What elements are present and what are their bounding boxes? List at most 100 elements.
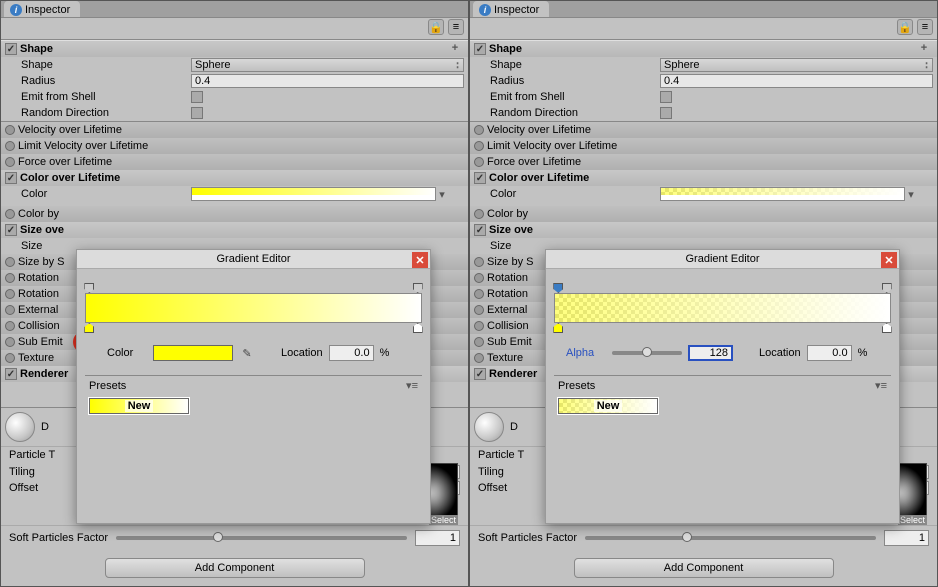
alpha-stop-end[interactable] <box>882 283 892 293</box>
location-label: Location <box>281 347 323 359</box>
add-component-button[interactable]: Add Component <box>105 558 365 578</box>
radio-icon <box>5 125 15 135</box>
presets-label: Presets <box>89 380 126 392</box>
limvel-module[interactable]: Limit Velocity over Lifetime <box>1 138 468 154</box>
soft-value-field[interactable]: 1 <box>415 530 460 546</box>
random-checkbox[interactable] <box>660 107 672 119</box>
gradient-track[interactable] <box>554 293 891 323</box>
random-label: Random Direction <box>21 107 191 119</box>
emit-checkbox[interactable] <box>191 91 203 103</box>
tab-label: Inspector <box>25 4 70 16</box>
color-gradient-field[interactable] <box>191 187 436 201</box>
color-swatch[interactable] <box>153 345 233 361</box>
eyedropper-icon[interactable]: ✎ <box>239 345 255 361</box>
radius-field[interactable]: 0.4 <box>660 74 933 88</box>
soft-value-field[interactable]: 1 <box>884 530 929 546</box>
shape-dropdown[interactable]: Sphere <box>191 58 464 72</box>
shape-prop-label: Shape <box>21 59 191 71</box>
inspector-tab[interactable]: i Inspector <box>4 1 80 17</box>
colorby-module[interactable]: Color by <box>470 206 937 222</box>
alpha-edit-row: Alpha 128 Location 0.0 % <box>554 341 891 365</box>
color-label: Color <box>21 188 191 200</box>
colorlife-module[interactable]: Color over Lifetime <box>1 170 468 186</box>
presets-menu-icon[interactable]: ▾≡ <box>875 379 887 392</box>
limvel-module[interactable]: Limit Velocity over Lifetime <box>470 138 937 154</box>
radio-icon <box>5 157 15 167</box>
tab-bar: i Inspector <box>470 1 937 18</box>
close-button[interactable]: ✕ <box>881 252 897 268</box>
shape-checkbox[interactable] <box>5 43 17 55</box>
shape-header[interactable]: Shape <box>470 41 937 57</box>
shape-module: Shape Shape Sphere Radius 0.4 Emit from … <box>1 40 468 122</box>
gradient-editor-popup: Gradient Editor ✕ Color ✎ Location 0.0 % <box>76 249 431 524</box>
gradient-editor-popup: Gradient Editor ✕ Alpha 128 Location 0.0… <box>545 249 900 524</box>
velocity-module[interactable]: Velocity over Lifetime <box>470 122 937 138</box>
lock-icon[interactable]: 🔒 <box>897 19 913 35</box>
color-stop-end[interactable] <box>413 323 423 333</box>
panel-toolbar: 🔒 ≡ <box>897 19 933 35</box>
lock-icon[interactable]: 🔒 <box>428 19 444 35</box>
colorlife-checkbox[interactable] <box>5 172 17 184</box>
offset-label: Offset <box>9 482 79 494</box>
inspector-tab[interactable]: i Inspector <box>473 1 549 17</box>
dropdown-arrow-icon[interactable]: ▾ <box>436 188 448 201</box>
menu-icon[interactable]: ≡ <box>917 19 933 35</box>
alpha-value-field[interactable]: 128 <box>688 345 733 361</box>
sizeover-module[interactable]: Size ove <box>470 222 937 238</box>
presets-menu-icon[interactable]: ▾≡ <box>406 379 418 392</box>
shape-module: Shape Shape Sphere Radius 0.4 Emit from … <box>470 40 937 122</box>
location-field[interactable]: 0.0 <box>329 345 374 361</box>
menu-icon[interactable]: ≡ <box>448 19 464 35</box>
inspector-panel-left: i Inspector 🔒 ≡ + Shape Shape Sphere Rad… <box>0 0 469 587</box>
preset-swatch[interactable]: New <box>89 398 189 414</box>
emit-checkbox[interactable] <box>660 91 672 103</box>
radius-field[interactable]: 0.4 <box>191 74 464 88</box>
shape-checkbox[interactable] <box>474 43 486 55</box>
alpha-stop-end[interactable] <box>413 283 423 293</box>
close-button[interactable]: ✕ <box>412 252 428 268</box>
radio-icon <box>5 141 15 151</box>
preset-swatch[interactable]: New <box>558 398 658 414</box>
info-icon: i <box>10 4 22 16</box>
velocity-module[interactable]: Velocity over Lifetime <box>1 122 468 138</box>
color-stop-start[interactable] <box>84 323 94 333</box>
select-texture-button[interactable]: Select <box>898 515 927 525</box>
colorlife-module[interactable]: Color over Lifetime <box>470 170 937 186</box>
select-texture-button[interactable]: Select <box>429 515 458 525</box>
color-edit-row: Color ✎ Location 0.0 % <box>85 341 422 365</box>
force-module[interactable]: Force over Lifetime <box>1 154 468 170</box>
colorby-module[interactable]: Color by <box>1 206 468 222</box>
panel-toolbar: 🔒 ≡ <box>428 19 464 35</box>
color-gradient-field[interactable] <box>660 187 905 201</box>
location-field[interactable]: 0.0 <box>807 345 852 361</box>
soft-slider[interactable] <box>585 536 876 540</box>
tab-bar: i Inspector <box>1 1 468 18</box>
add-icon[interactable]: + <box>448 41 462 55</box>
gradient-editor-title: Gradient Editor ✕ <box>77 250 430 269</box>
color-stop-end[interactable] <box>882 323 892 333</box>
tiling-label: Tiling <box>9 466 79 478</box>
soft-slider[interactable] <box>116 536 407 540</box>
emit-label: Emit from Shell <box>21 91 191 103</box>
shape-dropdown[interactable]: Sphere <box>660 58 933 72</box>
shape-header[interactable]: Shape <box>1 41 468 57</box>
material-preview-icon <box>474 412 504 442</box>
sizeover-module[interactable]: Size ove <box>1 222 468 238</box>
dropdown-arrow-icon[interactable]: ▾ <box>905 188 917 201</box>
random-checkbox[interactable] <box>191 107 203 119</box>
radius-label: Radius <box>21 75 191 87</box>
alpha-edit-label: Alpha <box>566 347 606 359</box>
alpha-stop-start[interactable] <box>553 283 563 293</box>
color-stop-start[interactable] <box>553 323 563 333</box>
size-label: Size <box>21 240 42 252</box>
force-module[interactable]: Force over Lifetime <box>470 154 937 170</box>
gradient-track[interactable] <box>85 293 422 323</box>
add-icon[interactable]: + <box>917 41 931 55</box>
percent-label: % <box>380 347 390 359</box>
soft-label: Soft Particles Factor <box>9 532 108 544</box>
alpha-stop-start[interactable] <box>84 283 94 293</box>
info-icon: i <box>479 4 491 16</box>
add-component-button[interactable]: Add Component <box>574 558 834 578</box>
alpha-slider[interactable] <box>612 351 682 355</box>
material-preview-icon <box>5 412 35 442</box>
